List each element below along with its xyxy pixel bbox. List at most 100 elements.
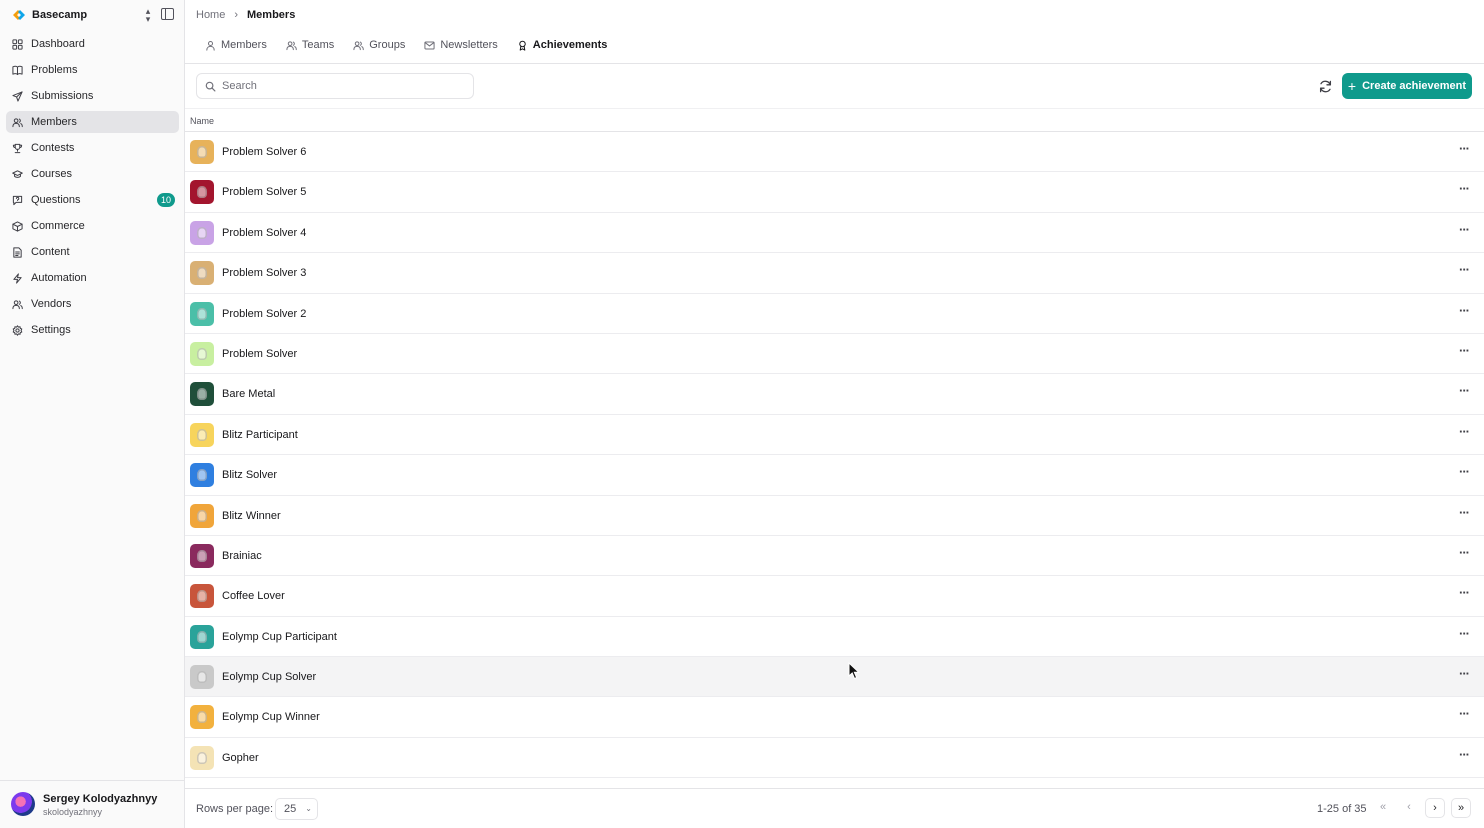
achievement-name[interactable]: Problem Solver [222, 348, 297, 360]
sidebar-item-members[interactable]: Members [6, 111, 179, 133]
create-achievement-button[interactable]: + Create achievement [1342, 73, 1472, 99]
sidebar-item-commerce[interactable]: Commerce [6, 215, 179, 237]
achievement-name[interactable]: Problem Solver 3 [222, 267, 306, 279]
more-options-icon[interactable]: ··· [1456, 384, 1472, 402]
sidebar-item-settings[interactable]: Settings [6, 319, 179, 341]
sidebar-item-automation[interactable]: Automation [6, 267, 179, 289]
table-row[interactable]: Bare Metal ··· [185, 374, 1484, 415]
sidebar-item-label: Members [31, 116, 77, 128]
sidebar-toggle-icon[interactable] [161, 8, 174, 20]
more-options-icon[interactable]: ··· [1456, 304, 1472, 322]
more-options-icon[interactable]: ··· [1456, 142, 1472, 160]
search-input[interactable] [222, 80, 462, 92]
column-header-name[interactable]: Name [190, 116, 214, 126]
table-row[interactable]: Problem Solver 2 ··· [185, 294, 1484, 334]
package-icon [12, 220, 23, 232]
table-row[interactable]: Problem Solver 3 ··· [185, 253, 1484, 294]
zap-icon [12, 272, 23, 284]
achievement-name[interactable]: Eolymp Cup Participant [222, 631, 337, 643]
sidebar-item-submissions[interactable]: Submissions [6, 85, 179, 107]
achievement-name[interactable]: Problem Solver 4 [222, 227, 306, 239]
sidebar-item-questions[interactable]: Questions 10 [6, 189, 179, 211]
achievement-badge-icon [190, 543, 214, 568]
rows-per-page-select[interactable]: 25 ⌄ [275, 798, 318, 820]
search-box[interactable] [196, 73, 474, 99]
achievement-name[interactable]: Problem Solver 5 [222, 186, 306, 198]
sidebar-item-problems[interactable]: Problems [6, 59, 179, 81]
achievement-name[interactable]: Problem Solver 6 [222, 146, 306, 158]
tab-bar: Members Teams Groups Newsletters Achievement… [197, 34, 618, 56]
dashboard-icon [12, 38, 23, 50]
table-row[interactable]: Eolymp Cup Winner ··· [185, 697, 1484, 738]
questions-count-badge: 10 [156, 193, 175, 207]
sidebar: Basecamp ▴ ▾ Dashboard Problems Submissions… [0, 0, 185, 828]
achievement-name[interactable]: Blitz Participant [222, 429, 298, 441]
more-options-icon[interactable]: ··· [1456, 223, 1472, 241]
table-row[interactable]: Problem Solver 5 ··· [185, 172, 1484, 213]
achievement-badge-icon [190, 463, 214, 488]
sidebar-item-label: Courses [31, 168, 72, 180]
more-options-icon[interactable]: ··· [1456, 546, 1472, 564]
pagination-bar: Rows per page: 25 ⌄ 1-25 of 35 « ‹ › » [185, 788, 1484, 828]
tab-groups[interactable]: Groups [345, 34, 414, 56]
tab-members[interactable]: Members [197, 34, 276, 56]
table-row[interactable]: Coffee Lover ··· [185, 576, 1484, 617]
more-options-icon[interactable]: ··· [1456, 344, 1472, 362]
sidebar-item-courses[interactable]: Courses [6, 163, 179, 185]
table-row[interactable]: Problem Solver ··· [185, 334, 1484, 375]
sidebar-item-content[interactable]: Content [6, 241, 179, 263]
achievement-name[interactable]: Blitz Solver [222, 469, 277, 481]
next-page-button[interactable]: › [1425, 798, 1445, 818]
table-row[interactable]: Problem Solver 4 ··· [185, 213, 1484, 254]
sidebar-item-label: Automation [31, 272, 87, 284]
tab-newsletters[interactable]: Newsletters [416, 34, 506, 56]
sidebar-item-dashboard[interactable]: Dashboard [6, 33, 179, 55]
achievement-name[interactable]: Blitz Winner [222, 510, 281, 522]
achievement-name[interactable]: Problem Solver 2 [222, 308, 306, 320]
mail-icon [424, 40, 435, 51]
sidebar-item-vendors[interactable]: Vendors [6, 293, 179, 315]
last-page-button[interactable]: » [1451, 798, 1471, 818]
achievement-name[interactable]: Eolymp Cup Winner [222, 711, 320, 723]
more-options-icon[interactable]: ··· [1456, 627, 1472, 645]
achievement-badge-icon [190, 140, 214, 164]
table-row[interactable]: Problem Solver 6 ··· [185, 132, 1484, 173]
table-row[interactable]: Eolymp Cup Participant ··· [185, 617, 1484, 658]
table-row[interactable]: Eolymp Cup Solver ··· [185, 657, 1484, 698]
tab-achievements[interactable]: Achievements [509, 34, 617, 56]
more-options-icon[interactable]: ··· [1456, 465, 1472, 483]
more-options-icon[interactable]: ··· [1456, 667, 1472, 685]
first-page-button[interactable]: « [1373, 798, 1393, 818]
achievement-name[interactable]: Gopher [222, 752, 259, 764]
sidebar-item-contests[interactable]: Contests [6, 137, 179, 159]
more-options-icon[interactable]: ··· [1456, 707, 1472, 725]
table-row[interactable]: Blitz Winner ··· [185, 496, 1484, 536]
message-question-icon [12, 195, 23, 206]
book-icon [12, 65, 23, 76]
breadcrumb-home[interactable]: Home [196, 9, 225, 21]
more-options-icon[interactable]: ··· [1456, 506, 1472, 524]
table-row[interactable]: Blitz Participant ··· [185, 415, 1484, 456]
avatar [11, 792, 35, 816]
more-options-icon[interactable]: ··· [1456, 425, 1472, 443]
refresh-icon[interactable] [1318, 79, 1333, 94]
achievement-name[interactable]: Bare Metal [222, 388, 275, 400]
table-row[interactable]: Gopher ··· [185, 738, 1484, 779]
more-options-icon[interactable]: ··· [1456, 586, 1472, 604]
tab-teams[interactable]: Teams [278, 34, 343, 56]
sidebar-item-label: Settings [31, 324, 71, 336]
more-options-icon[interactable]: ··· [1456, 182, 1472, 200]
more-options-icon[interactable]: ··· [1456, 748, 1472, 766]
chevrons-up-down-icon[interactable]: ▴ ▾ [141, 7, 155, 24]
achievement-name[interactable]: Eolymp Cup Solver [222, 671, 316, 683]
workspace-switcher[interactable]: Basecamp ▴ ▾ [12, 6, 174, 24]
trophy-icon [12, 143, 23, 154]
tab-label: Newsletters [440, 39, 498, 51]
table-row[interactable]: Blitz Solver ··· [185, 455, 1484, 496]
achievement-name[interactable]: Coffee Lover [222, 590, 285, 602]
more-options-icon[interactable]: ··· [1456, 263, 1472, 281]
user-profile[interactable]: Sergey Kolodyazhnyy skolodyazhnyy [0, 780, 184, 828]
achievement-name[interactable]: Brainiac [222, 550, 262, 562]
table-row[interactable]: Brainiac ··· [185, 536, 1484, 577]
previous-page-button[interactable]: ‹ [1399, 798, 1419, 818]
